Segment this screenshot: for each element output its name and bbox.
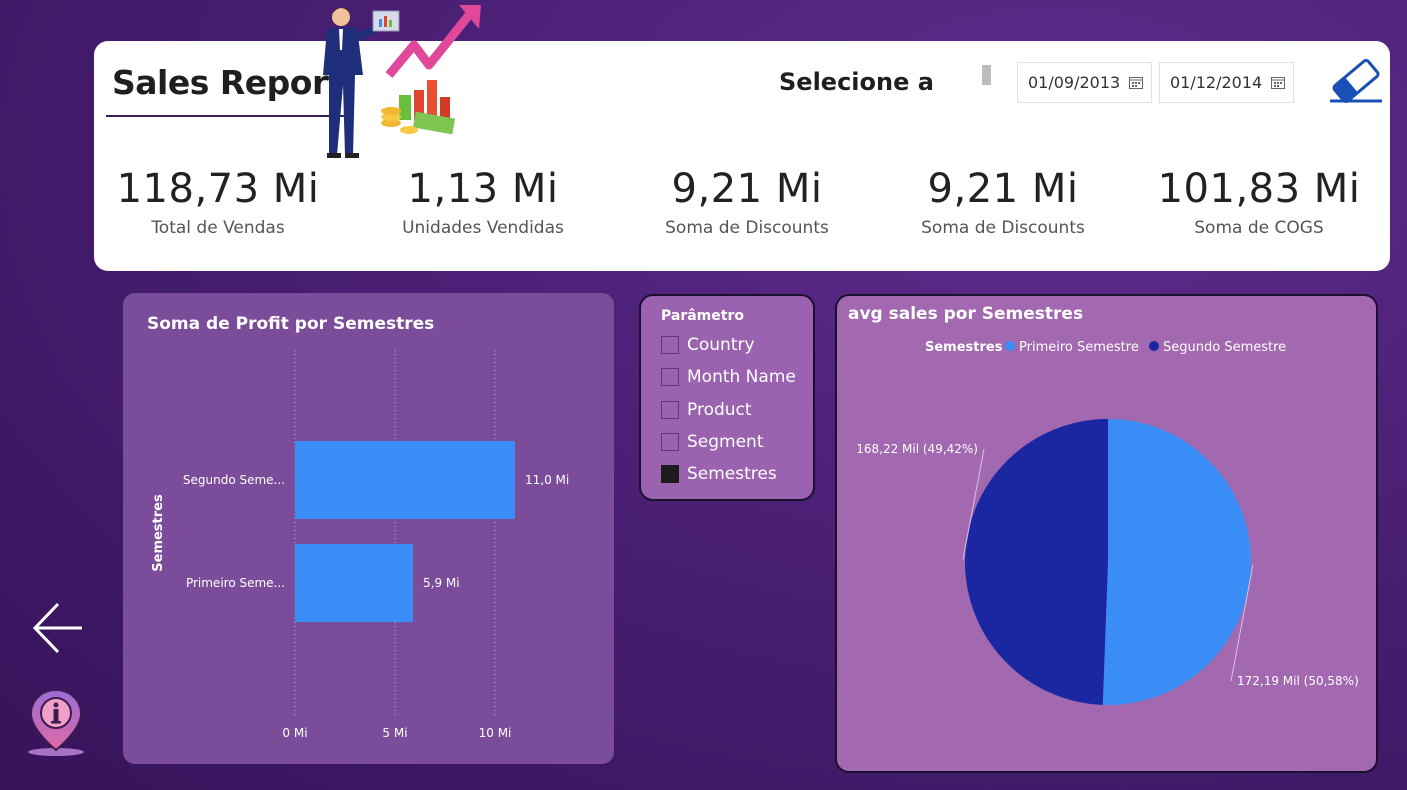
kpi-unidades-vendidas: 1,13 Mi Unidades Vendidas <box>358 166 608 238</box>
kpi-label: Total de Vendas <box>151 218 285 238</box>
start-date-input[interactable]: 01/09/2013 <box>1017 62 1152 103</box>
kpi-label: Soma de Discounts <box>921 218 1085 238</box>
slicer-item-product[interactable]: Product <box>661 400 752 420</box>
businessman-chart-illustration <box>323 5 481 158</box>
kpi-soma-cogs: 101,83 Mi Soma de COGS <box>1134 166 1384 238</box>
slicer-item-label: Country <box>687 335 755 355</box>
bar <box>295 544 413 622</box>
x-tick-label: 0 Mi <box>282 726 307 740</box>
kpi-soma-discounts-2: 9,21 Mi Soma de Discounts <box>878 166 1128 238</box>
kpi-value: 9,21 Mi <box>927 166 1079 212</box>
data-label: 168,22 Mil (49,42%) <box>856 442 978 456</box>
kpi-label: Soma de COGS <box>1194 218 1324 238</box>
date-range-label: Selecione a <box>779 68 934 96</box>
slicer-item-semestres[interactable]: Semestres <box>661 464 777 484</box>
arrow-left-icon[interactable] <box>30 600 86 656</box>
x-tick-label: 10 Mi <box>479 726 512 740</box>
info-pin-icon[interactable] <box>26 688 86 758</box>
kpi-value: 101,83 Mi <box>1157 166 1361 212</box>
checkbox[interactable] <box>661 336 679 354</box>
y-axis-title: Semestres <box>151 494 166 572</box>
checkbox-checked[interactable] <box>661 465 679 483</box>
x-tick-label: 5 Mi <box>382 726 407 740</box>
slicer-item-label: Month Name <box>687 367 796 387</box>
avg-sales-chart-panel: avg sales por Semestres Semestres Primeir… <box>835 294 1378 773</box>
legend-item: Primeiro Semestre <box>1019 340 1139 355</box>
slicer-item-month-name[interactable]: Month Name <box>661 367 796 387</box>
slicer-item-label: Segment <box>687 432 764 452</box>
kpi-total-vendas: 118,73 Mi Total de Vendas <box>93 166 343 238</box>
slicer-item-label: Semestres <box>687 464 777 484</box>
bar <box>295 441 515 519</box>
end-date-value: 01/12/2014 <box>1170 73 1263 92</box>
kpi-label: Unidades Vendidas <box>402 218 564 238</box>
legend-title: Semestres <box>925 340 1003 355</box>
data-label: 11,0 Mi <box>525 473 569 487</box>
slicer-item-label: Product <box>687 400 752 420</box>
start-date-value: 01/09/2013 <box>1028 73 1121 92</box>
data-label: 5,9 Mi <box>423 576 460 590</box>
data-label: 172,19 Mil (50,58%) <box>1237 674 1359 688</box>
date-slider-handle[interactable] <box>982 65 991 85</box>
avg-sales-pie-chart: Semestres Primeiro Semestre Segundo Semest… <box>856 340 1359 705</box>
calendar-icon[interactable] <box>1271 76 1285 89</box>
kpi-value: 1,13 Mi <box>407 166 559 212</box>
slicer-item-country[interactable]: Country <box>661 335 755 355</box>
category-label: Segundo Seme... <box>183 473 285 487</box>
slicer-item-segment[interactable]: Segment <box>661 432 764 452</box>
pie-slice <box>1102 419 1252 705</box>
title-underline <box>106 115 346 117</box>
kpi-value: 9,21 Mi <box>671 166 823 212</box>
pie-slice <box>965 419 1108 705</box>
legend-marker <box>1149 341 1159 351</box>
header-card: Sales Report Selecione a 01/09/2013 01/1… <box>93 5 1390 271</box>
legend-item: Segundo Semestre <box>1163 340 1286 355</box>
checkbox[interactable] <box>661 368 679 386</box>
checkbox[interactable] <box>661 433 679 451</box>
kpi-soma-discounts: 9,21 Mi Soma de Discounts <box>622 166 872 238</box>
kpi-label: Soma de Discounts <box>665 218 829 238</box>
profit-chart-panel: Soma de Profit por Semestres 0 Mi 5 Mi 10 … <box>123 293 614 764</box>
calendar-icon[interactable] <box>1129 76 1143 89</box>
end-date-input[interactable]: 01/12/2014 <box>1159 62 1294 103</box>
eraser-icon[interactable] <box>1328 57 1384 105</box>
category-label: Primeiro Seme... <box>186 576 285 590</box>
page-title: Sales Report <box>112 63 344 102</box>
kpi-value: 118,73 Mi <box>116 166 320 212</box>
legend-marker <box>1005 341 1015 351</box>
slicer-title: Parâmetro <box>661 308 744 324</box>
parameter-slicer: Parâmetro Country Month Name Product Seg… <box>639 294 815 501</box>
checkbox[interactable] <box>661 401 679 419</box>
profit-bar-chart: 0 Mi 5 Mi 10 Mi Semestres Segundo Seme... 11,… <box>151 350 569 740</box>
